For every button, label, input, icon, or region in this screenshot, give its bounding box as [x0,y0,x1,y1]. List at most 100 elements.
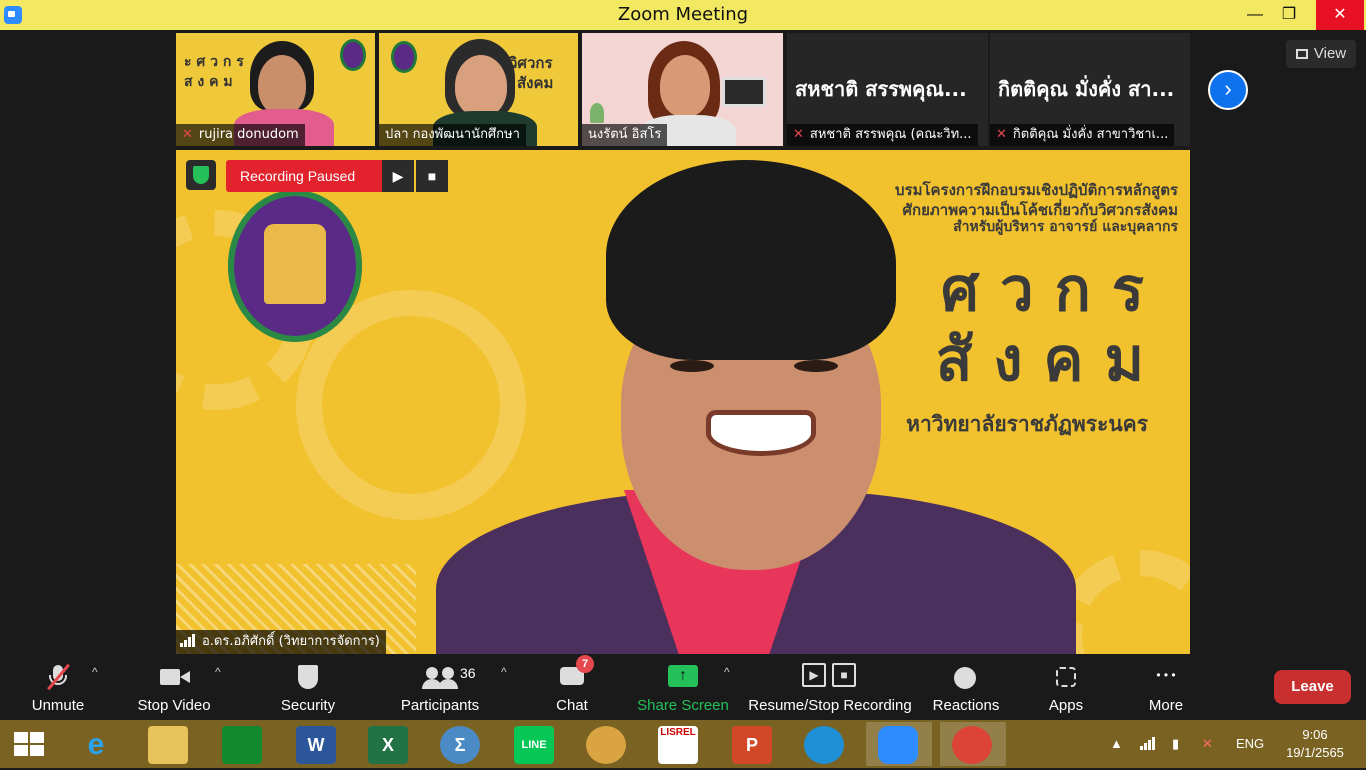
stop-video-button[interactable]: Stop Video [130,655,218,720]
recording-status: Recording Paused [226,160,382,192]
participant-face [660,55,710,117]
participant-face [455,55,507,117]
participants-icon [422,663,454,691]
chat-bubble-icon: 7 [558,655,594,691]
more-button[interactable]: • • • More [1136,655,1196,720]
participant-name: กิตติคุณ มั่งคั่ง สาขาวิชาเ... [1012,127,1169,142]
share-screen-icon: ↑ [668,663,698,691]
clock-date: 19/1/2565 [1286,745,1344,760]
recording-label: Resume/Stop Recording [748,697,912,714]
zoom-window: Zoom Meeting — ❐ ✕ ะ ศ ว ก ร ส ง ค ม ✕ ru… [0,0,1366,720]
clock-time: 9:06 [1302,727,1328,742]
powerpoint-icon[interactable]: P [732,726,772,764]
windows-start-icon[interactable] [14,732,46,758]
participants-button[interactable]: 36 Participants [394,655,486,720]
internet-explorer-icon[interactable]: e [76,726,116,764]
edge-icon[interactable] [804,726,844,764]
tile-slide-text: สังคม [517,74,554,92]
windows-taskbar: e W X Σ LINE LISREL P ▲ ▮ ✕ ENG 9:06 19/… [0,720,1366,768]
participant-name: rujira donudom [198,127,299,142]
excel-icon[interactable]: X [368,726,408,764]
shield-icon [294,663,322,691]
next-page-button[interactable]: › [1208,70,1248,110]
math-input-icon[interactable]: Σ [440,726,480,764]
muted-mic-icon [44,663,72,691]
encryption-shield-icon[interactable] [186,160,216,190]
speaker-eye [670,360,714,372]
active-speaker-video[interactable]: บรมโครงการฝึกอบรมเชิงปฏิบัติการหลักสูตร … [176,150,1190,654]
signal-strength-icon [180,632,196,656]
network-signal-icon[interactable] [1140,720,1162,768]
store-icon[interactable] [222,726,262,764]
chat-label: Chat [556,697,588,714]
participants-options-caret[interactable]: ^ [501,665,507,679]
slide-title: สั ง ค ม [935,325,1144,395]
more-dots-icon: • • • [1156,668,1176,682]
participant-name-bar: ✕ กิตติคุณ มั่งคั่ง สาขาวิชาเ... [990,124,1175,146]
participant-name-bar: ปลา กองพัฒนานักศึกษา [379,124,526,146]
participant-tile-1[interactable]: ะ ศ ว ก ร ส ง ค ม ✕ rujira donudom [176,33,375,146]
reactions-button[interactable]: Reactions [928,655,1004,720]
speaker-eye [794,360,838,372]
resume-recording-button[interactable]: ▶ [382,160,414,192]
view-button[interactable]: View [1286,40,1356,68]
university-logo-icon [391,41,417,73]
security-button[interactable]: Security [268,655,348,720]
resume-stop-recording-button[interactable]: ▶ ■ Resume/Stop Recording [746,655,914,720]
apps-icon [1052,663,1080,691]
apps-label: Apps [1048,697,1084,714]
battery-icon[interactable]: ▮ [1172,720,1179,768]
view-label: View [1313,45,1347,62]
background-gear [1056,550,1190,654]
line-app-icon[interactable]: LINE [514,726,554,764]
lisrel-icon[interactable]: LISREL [658,726,698,764]
participant-tile-4[interactable]: สหชาติ สรรพคุณ... ✕ สหชาติ สรรพคุณ (คณะวิ… [787,33,988,146]
university-logo-icon [228,190,362,342]
participant-display-name: กิตติคุณ มั่งคั่ง สา... [998,77,1175,101]
unmute-label: Unmute [31,697,85,714]
maximize-button[interactable]: ❐ [1266,0,1312,30]
zoom-icon[interactable] [878,726,918,764]
participant-name-bar: ✕ rujira donudom [176,124,305,146]
audio-options-caret[interactable]: ^ [92,665,98,679]
more-label: More [1148,697,1184,714]
participant-name: นงรัตน์ อิสโร [588,127,662,142]
university-logo-icon [340,39,366,71]
speaker-mouth [706,410,816,456]
apps-button[interactable]: Apps [1036,655,1096,720]
close-button[interactable]: ✕ [1316,0,1364,30]
share-options-caret[interactable]: ^ [724,665,730,679]
participant-display-name: สหชาติ สรรพคุณ... [795,77,967,101]
meeting-toolbar: Unmute ^ Stop Video ^ Security 36 Partic… [0,655,1366,720]
speaker-name: อ.ดร.อภิศักดิ์ (วิทยาการจัดการ) [202,634,380,649]
tray-overflow-icon[interactable]: ▲ [1110,720,1123,768]
paint-icon[interactable] [586,726,626,764]
chat-button[interactable]: 7 Chat [540,655,604,720]
participant-tile-5[interactable]: กิตติคุณ มั่งคั่ง สา... ✕ กิตติคุณ มั่งคั… [990,33,1190,146]
recording-controls-icon: ▶ ■ [800,663,860,691]
volume-muted-icon[interactable]: ✕ [1202,720,1213,768]
stop-recording-button[interactable]: ■ [416,160,448,192]
unmute-button[interactable]: Unmute [18,655,98,720]
plant-prop [590,103,604,123]
security-label: Security [280,697,336,714]
share-screen-button[interactable]: ↑ Share Screen [636,655,730,720]
leave-button[interactable]: Leave [1274,670,1351,704]
language-indicator[interactable]: ENG [1236,720,1264,768]
muted-mic-icon: ✕ [996,127,1007,142]
participants-label: Participants [400,697,480,714]
tile-slide-text: ะ ศ ว ก ร [184,54,244,70]
chrome-icon[interactable] [952,726,992,764]
video-options-caret[interactable]: ^ [215,665,221,679]
system-clock[interactable]: 9:06 19/1/2565 [1272,726,1358,762]
muted-mic-icon: ✕ [793,127,804,142]
word-icon[interactable]: W [296,726,336,764]
participant-name-bar: ✕ สหชาติ สรรพคุณ (คณะวิท... [787,124,978,146]
speaker-hair [606,160,896,360]
file-explorer-icon[interactable] [148,726,188,764]
window-title: Zoom Meeting [617,4,749,25]
participant-name-bar: นงรัตน์ อิสโร [582,124,668,146]
participant-tile-2[interactable]: วิศวกร สังคม ปลา กองพัฒนานักศึกษา [379,33,578,146]
grid-view-icon [1295,49,1308,59]
participant-tile-3[interactable]: นงรัตน์ อิสโร [582,33,783,146]
